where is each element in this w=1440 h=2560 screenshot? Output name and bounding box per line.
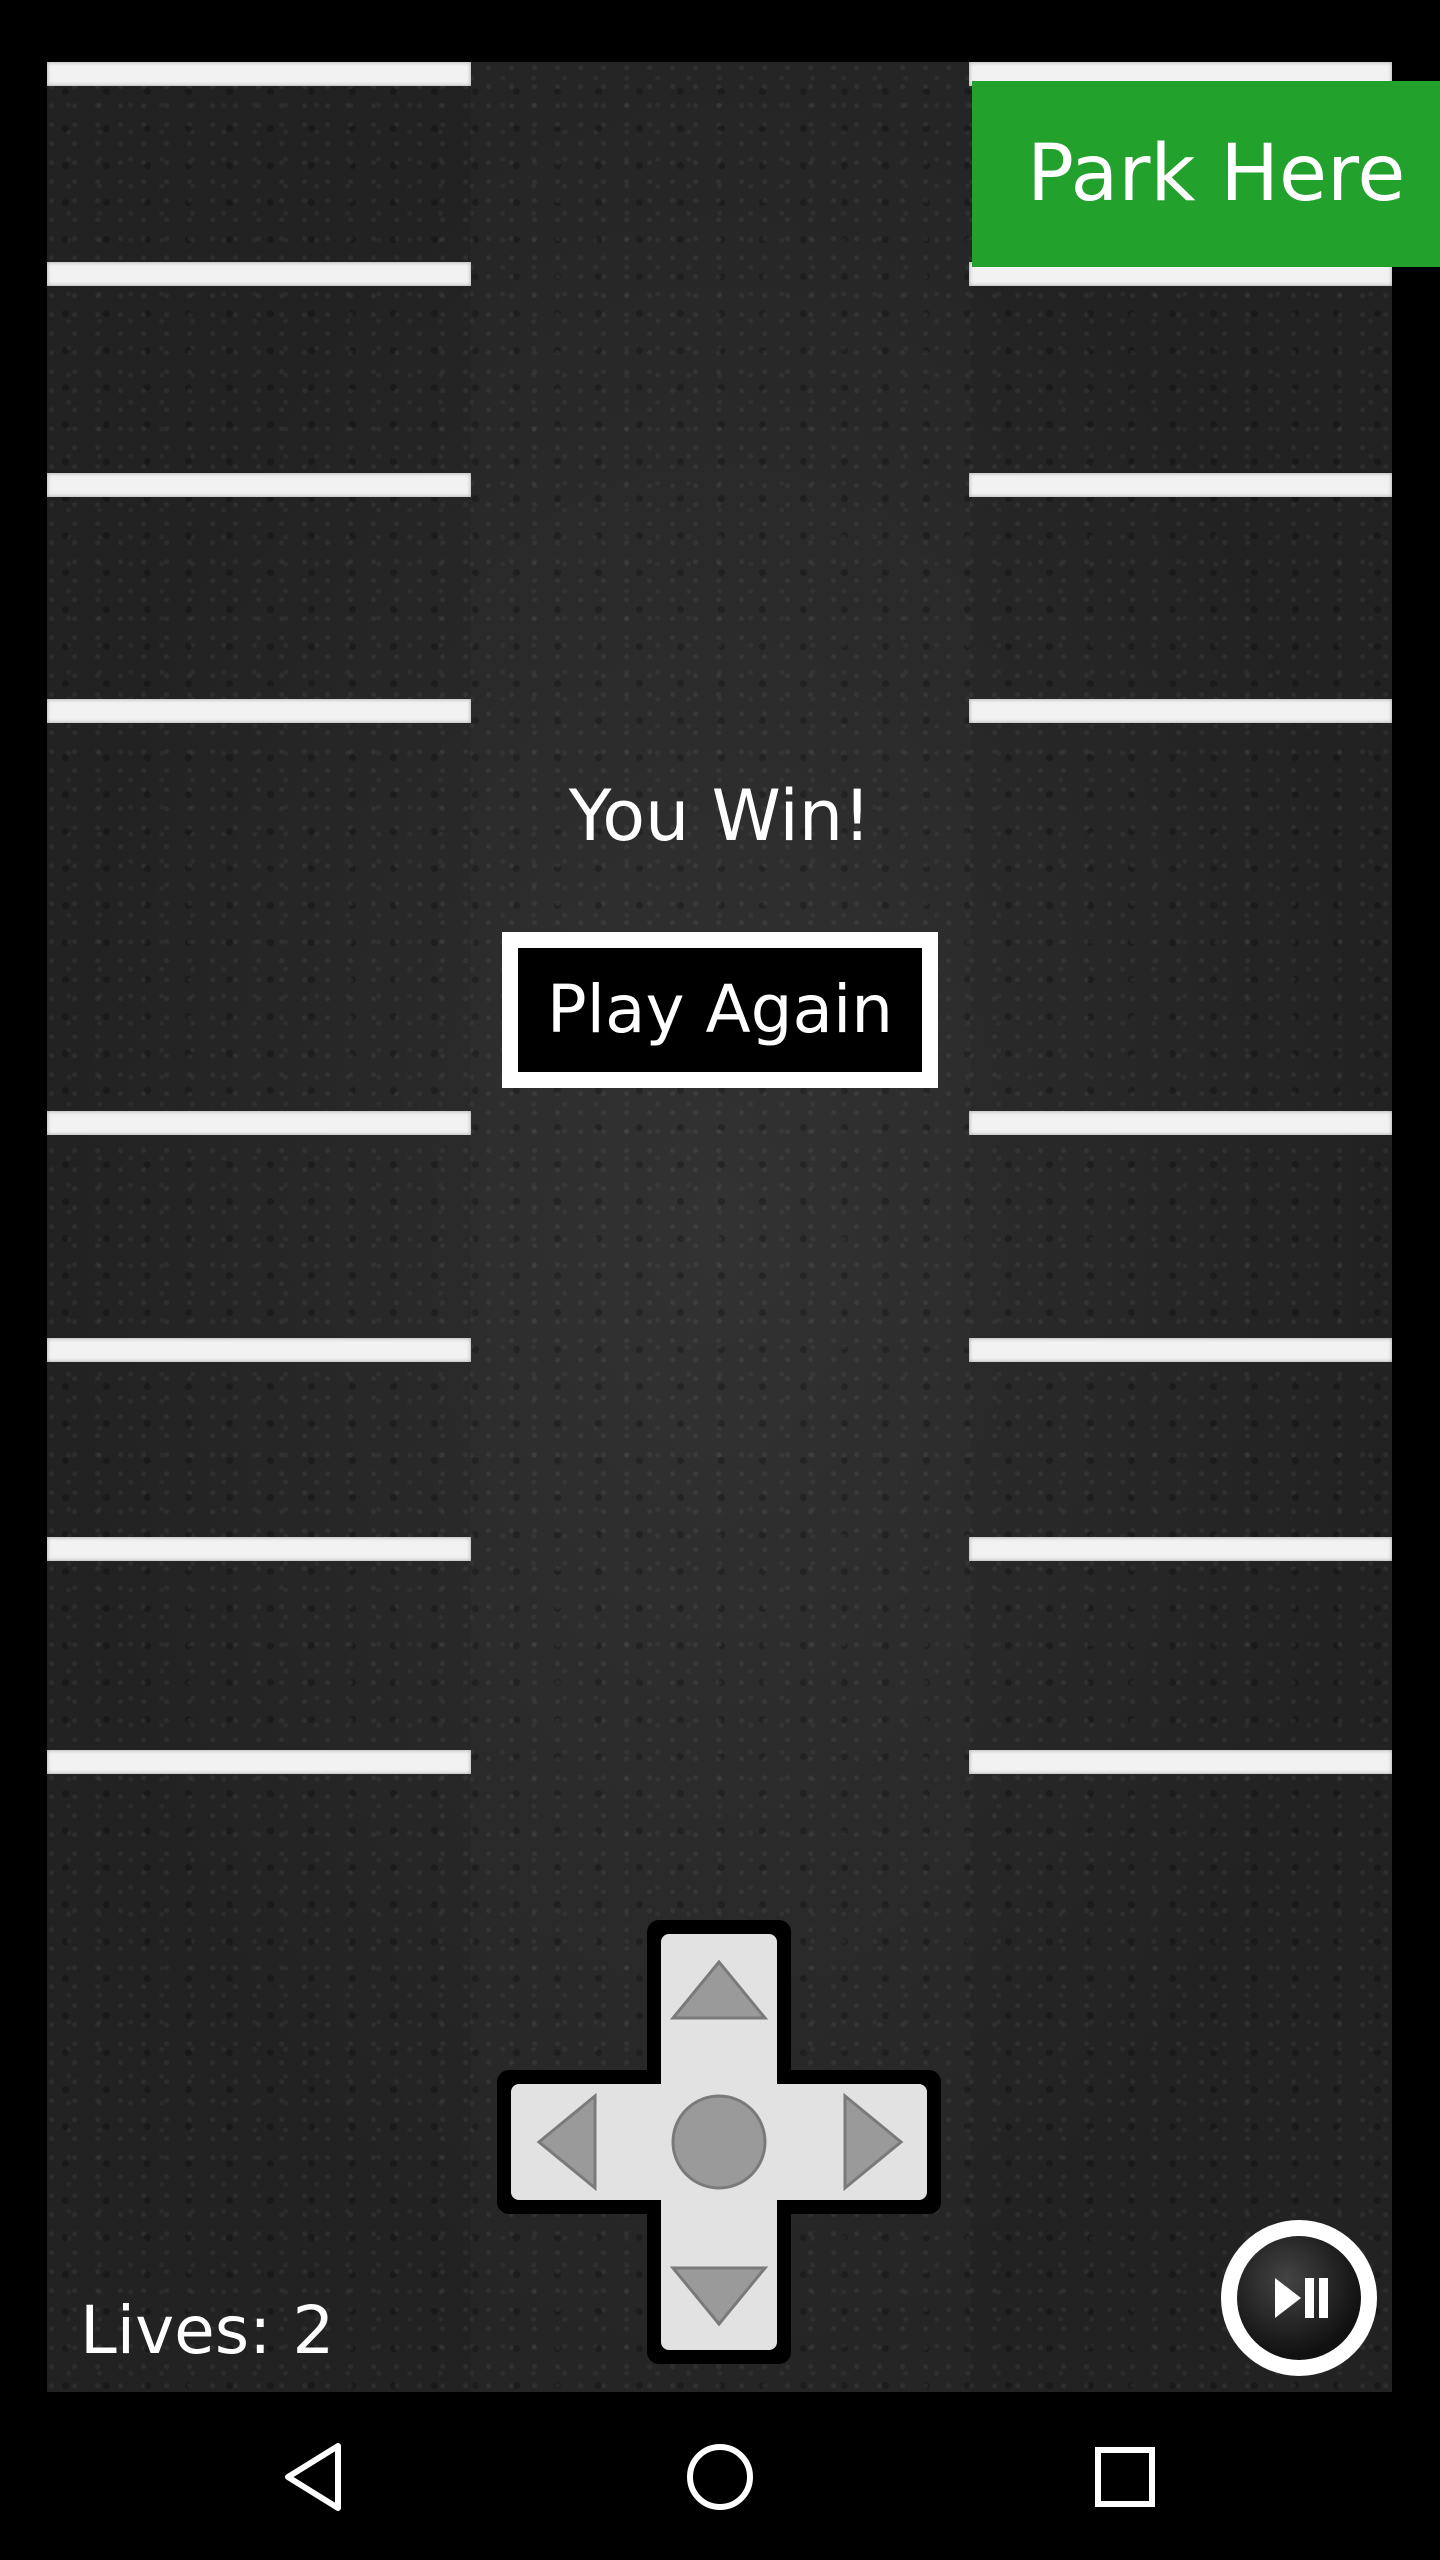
nav-back-button[interactable] — [270, 2432, 360, 2522]
parking-stripe — [47, 1111, 471, 1135]
parking-stripe — [969, 1750, 1392, 1774]
back-icon — [285, 2443, 341, 2511]
parking-stripe — [47, 262, 471, 286]
dpad-right-button[interactable] — [791, 2084, 927, 2200]
up-arrow-icon — [669, 1959, 769, 2020]
game-screen: Park Here You Win! Play Again Lives: 2 — [0, 0, 1440, 2560]
parking-stripe — [47, 1750, 471, 1774]
center-circle-icon — [671, 2094, 767, 2190]
dpad-down-button[interactable] — [661, 2214, 777, 2350]
parking-stripe — [47, 1338, 471, 1362]
parking-stripe — [969, 699, 1392, 723]
win-message: You Win! — [568, 775, 872, 857]
parking-stripe — [47, 1537, 471, 1561]
nav-home-button[interactable] — [675, 2432, 765, 2522]
parking-stripe — [969, 1537, 1392, 1561]
play-pause-button[interactable] — [1221, 2220, 1377, 2376]
nav-recents-button[interactable] — [1080, 2432, 1170, 2522]
down-arrow-icon — [669, 2266, 769, 2327]
play-pause-icon — [1275, 2278, 1328, 2318]
dpad-center-button[interactable] — [661, 2084, 777, 2200]
recents-icon — [1095, 2447, 1155, 2507]
parking-stripe — [969, 473, 1392, 497]
lives-counter: Lives: 2 — [80, 2292, 335, 2369]
dpad-up-button[interactable] — [661, 1934, 777, 2070]
parking-stripe — [47, 699, 471, 723]
right-arrow-icon — [843, 2092, 904, 2192]
system-navigation-bar — [0, 2392, 1440, 2560]
play-pause-button-face — [1237, 2236, 1361, 2360]
play-again-button[interactable]: Play Again — [502, 932, 938, 1088]
home-icon — [687, 2444, 753, 2510]
dpad-left-button[interactable] — [511, 2084, 647, 2200]
parking-stripe — [47, 62, 471, 86]
parking-stripe — [969, 1338, 1392, 1362]
left-arrow-icon — [536, 2092, 597, 2192]
dpad — [497, 1920, 941, 2364]
park-here-target: Park Here — [972, 81, 1440, 267]
parking-stripe — [969, 1111, 1392, 1135]
parking-stripe — [47, 473, 471, 497]
